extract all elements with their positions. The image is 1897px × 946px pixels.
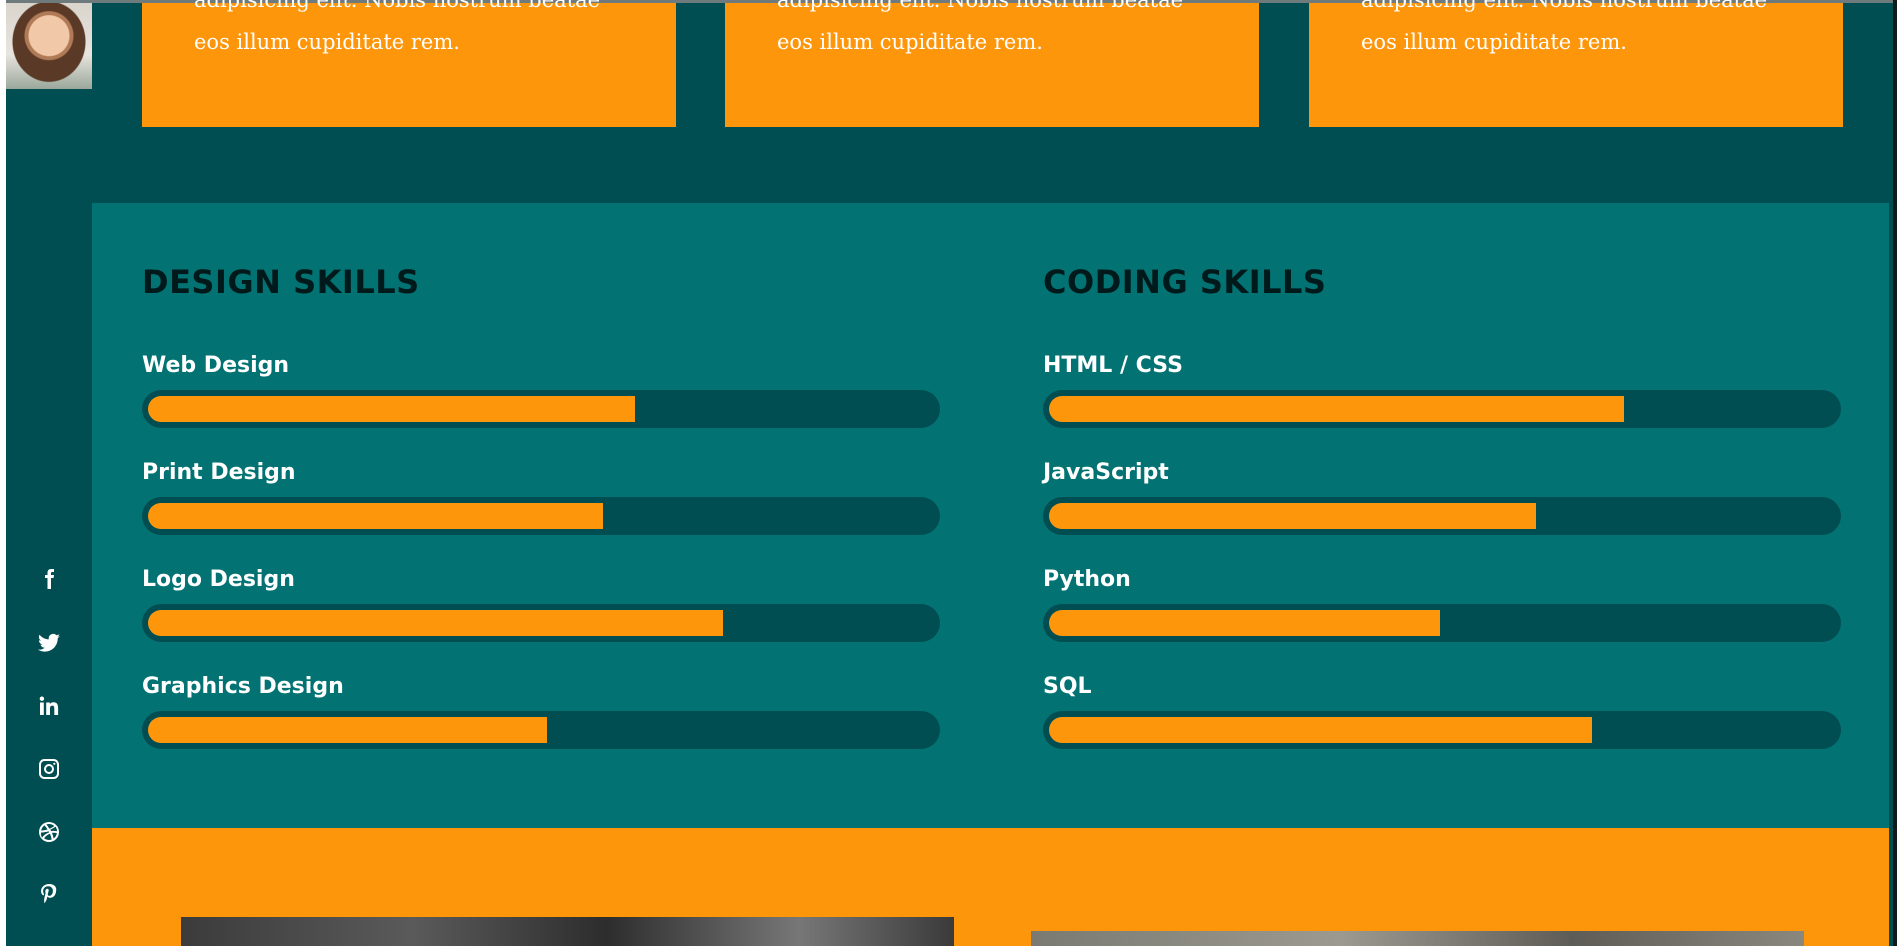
skill-progress-track [1043,711,1841,749]
skill-sql: SQL [1043,674,1841,764]
skill-label: Print Design [142,460,296,485]
skill-progress-track [1043,604,1841,642]
twitter-icon [38,633,60,652]
facebook-link[interactable] [6,559,92,599]
skill-progress-track [142,711,940,749]
design-skills-heading: DESIGN SKILLS [142,263,420,301]
portfolio-image[interactable] [181,917,954,946]
skill-progress-fill [1049,610,1440,636]
skill-html-css: HTML / CSS [1043,353,1841,443]
skill-progress-fill [148,396,635,422]
portfolio-section [92,828,1889,946]
service-card: adipisicing elit. Nobis nostrum beatae e… [725,0,1259,127]
service-card-text-line1: adipisicing elit. Nobis nostrum beatae [777,0,1184,12]
skill-label: Web Design [142,353,290,378]
skill-progress-fill [148,610,723,636]
skill-web-design: Web Design [142,353,940,443]
skill-javascript: JavaScript [1043,460,1841,550]
service-card-text-line2: eos illum cupiditate rem. [194,30,460,54]
skill-python: Python [1043,567,1841,657]
skill-graphics-design: Graphics Design [142,674,940,764]
linkedin-icon [39,696,59,715]
skill-print-design: Print Design [142,460,940,550]
service-card-text-line1: adipisicing elit. Nobis nostrum beatae [1361,0,1768,12]
service-card: adipisicing elit. Nobis nostrum beatae e… [142,0,676,127]
twitter-link[interactable] [6,623,92,663]
skill-label: Python [1043,567,1131,592]
linkedin-link[interactable] [6,686,92,726]
instagram-link[interactable] [6,749,92,789]
service-card-text-line2: eos illum cupiditate rem. [1361,30,1627,54]
pinterest-link[interactable] [6,874,92,914]
dribbble-icon [39,822,59,842]
pinterest-icon [41,884,57,904]
skill-label: Logo Design [142,567,295,592]
facebook-icon [45,569,54,589]
skill-progress-track [142,604,940,642]
skill-label: Graphics Design [142,674,344,699]
scrollbar[interactable] [1893,0,1897,946]
sidebar [6,3,92,946]
skill-progress-track [142,390,940,428]
skill-label: HTML / CSS [1043,353,1183,378]
skill-progress-fill [1049,396,1624,422]
skill-logo-design: Logo Design [142,567,940,657]
services-section: adipisicing elit. Nobis nostrum beatae e… [92,0,1889,203]
skill-label: SQL [1043,674,1092,699]
skill-progress-fill [1049,503,1536,529]
service-card-text-line2: eos illum cupiditate rem. [777,30,1043,54]
skill-progress-track [1043,390,1841,428]
skill-progress-fill [148,503,603,529]
instagram-icon [39,759,59,779]
skill-progress-fill [1049,717,1592,743]
skill-progress-fill [148,717,547,743]
skills-section: DESIGN SKILLS Web Design Print Design Lo… [92,203,1889,828]
skill-label: JavaScript [1043,460,1169,485]
portfolio-image[interactable] [1031,931,1804,946]
dribbble-link[interactable] [6,812,92,852]
avatar[interactable] [6,3,92,89]
coding-skills-heading: CODING SKILLS [1043,263,1327,301]
service-card: adipisicing elit. Nobis nostrum beatae e… [1309,0,1843,127]
service-card-text-line1: adipisicing elit. Nobis nostrum beatae [194,0,601,12]
skill-progress-track [1043,497,1841,535]
skill-progress-track [142,497,940,535]
